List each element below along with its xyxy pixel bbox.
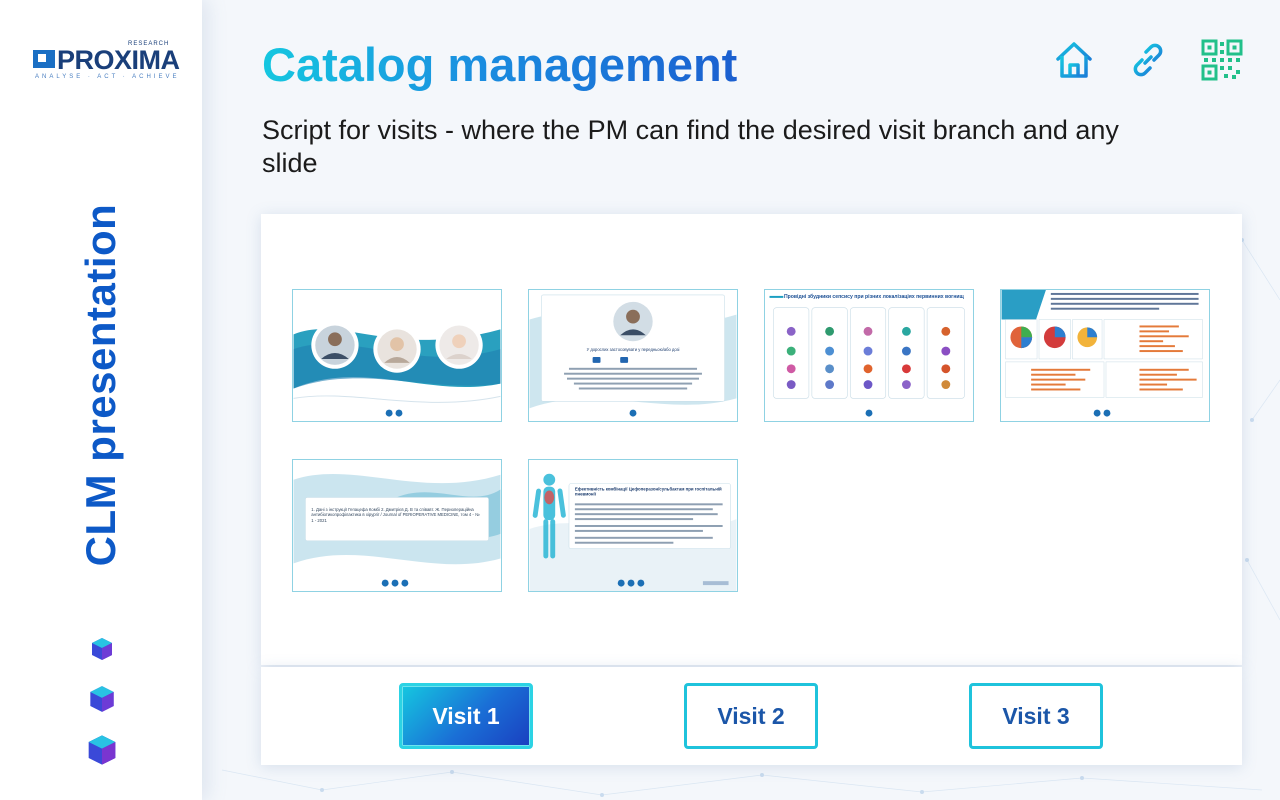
visit-2-button[interactable]: Visit 2 [684, 683, 818, 749]
visit-selector-bar: Visit 1 Visit 2 Visit 3 [261, 667, 1242, 765]
slide-thumbnail-5[interactable]: 1. Дані з інструкції Гепацефа Комбі 2. Д… [292, 459, 502, 592]
page-subtitle: Script for visits - where the PM can fin… [262, 115, 1119, 178]
qr-code-icon[interactable] [1200, 38, 1244, 82]
cube-large-icon [87, 734, 117, 766]
slide-5-references: 1. Дані з інструкції Гепацефа Комбі 2. Д… [311, 507, 480, 523]
slide-3-title: Провідні збудники сепсису при різних лок… [784, 293, 965, 300]
slide-thumbnail-1[interactable] [292, 289, 502, 422]
slide-thumbnail-6[interactable]: Ефективність комбінації Цефоперазон/суль… [528, 459, 738, 592]
proxima-logo[interactable]: RESEARCH PROXIMA ANALYSE · ACT · ACHIEVE [33, 41, 180, 84]
home-icon[interactable] [1052, 38, 1096, 82]
cube-small-icon [91, 637, 113, 661]
slide-catalog-panel: У дорослих застосовувати у передньою/або… [261, 214, 1242, 665]
logo-wordmark: PROXIMA [57, 45, 180, 75]
left-sidebar: RESEARCH PROXIMA ANALYSE · ACT · ACHIEVE… [0, 0, 202, 800]
visit-3-button[interactable]: Visit 3 [969, 683, 1103, 749]
slide-2-caption: У дорослих застосовувати у передньою/або… [587, 347, 680, 352]
page-title: Catalog management [262, 36, 737, 94]
slide-thumbnail-2[interactable]: У дорослих застосовувати у передньою/або… [528, 289, 738, 422]
slide-thumbnail-3[interactable]: Провідні збудники сепсису при різних лок… [764, 289, 974, 422]
slide-thumbnail-4[interactable] [1000, 289, 1210, 422]
cube-medium-icon [89, 685, 115, 713]
visit-1-button[interactable]: Visit 1 [399, 683, 533, 749]
header-icon-bar [1052, 38, 1244, 82]
slide-6-title: Ефективність комбінації Цефоперазон/суль… [574, 486, 722, 497]
logo-mark-icon [33, 50, 55, 68]
logo-tagline: ANALYSE · ACT · ACHIEVE [35, 74, 180, 80]
side-title: CLM presentation [77, 203, 124, 567]
link-icon[interactable] [1126, 38, 1170, 82]
